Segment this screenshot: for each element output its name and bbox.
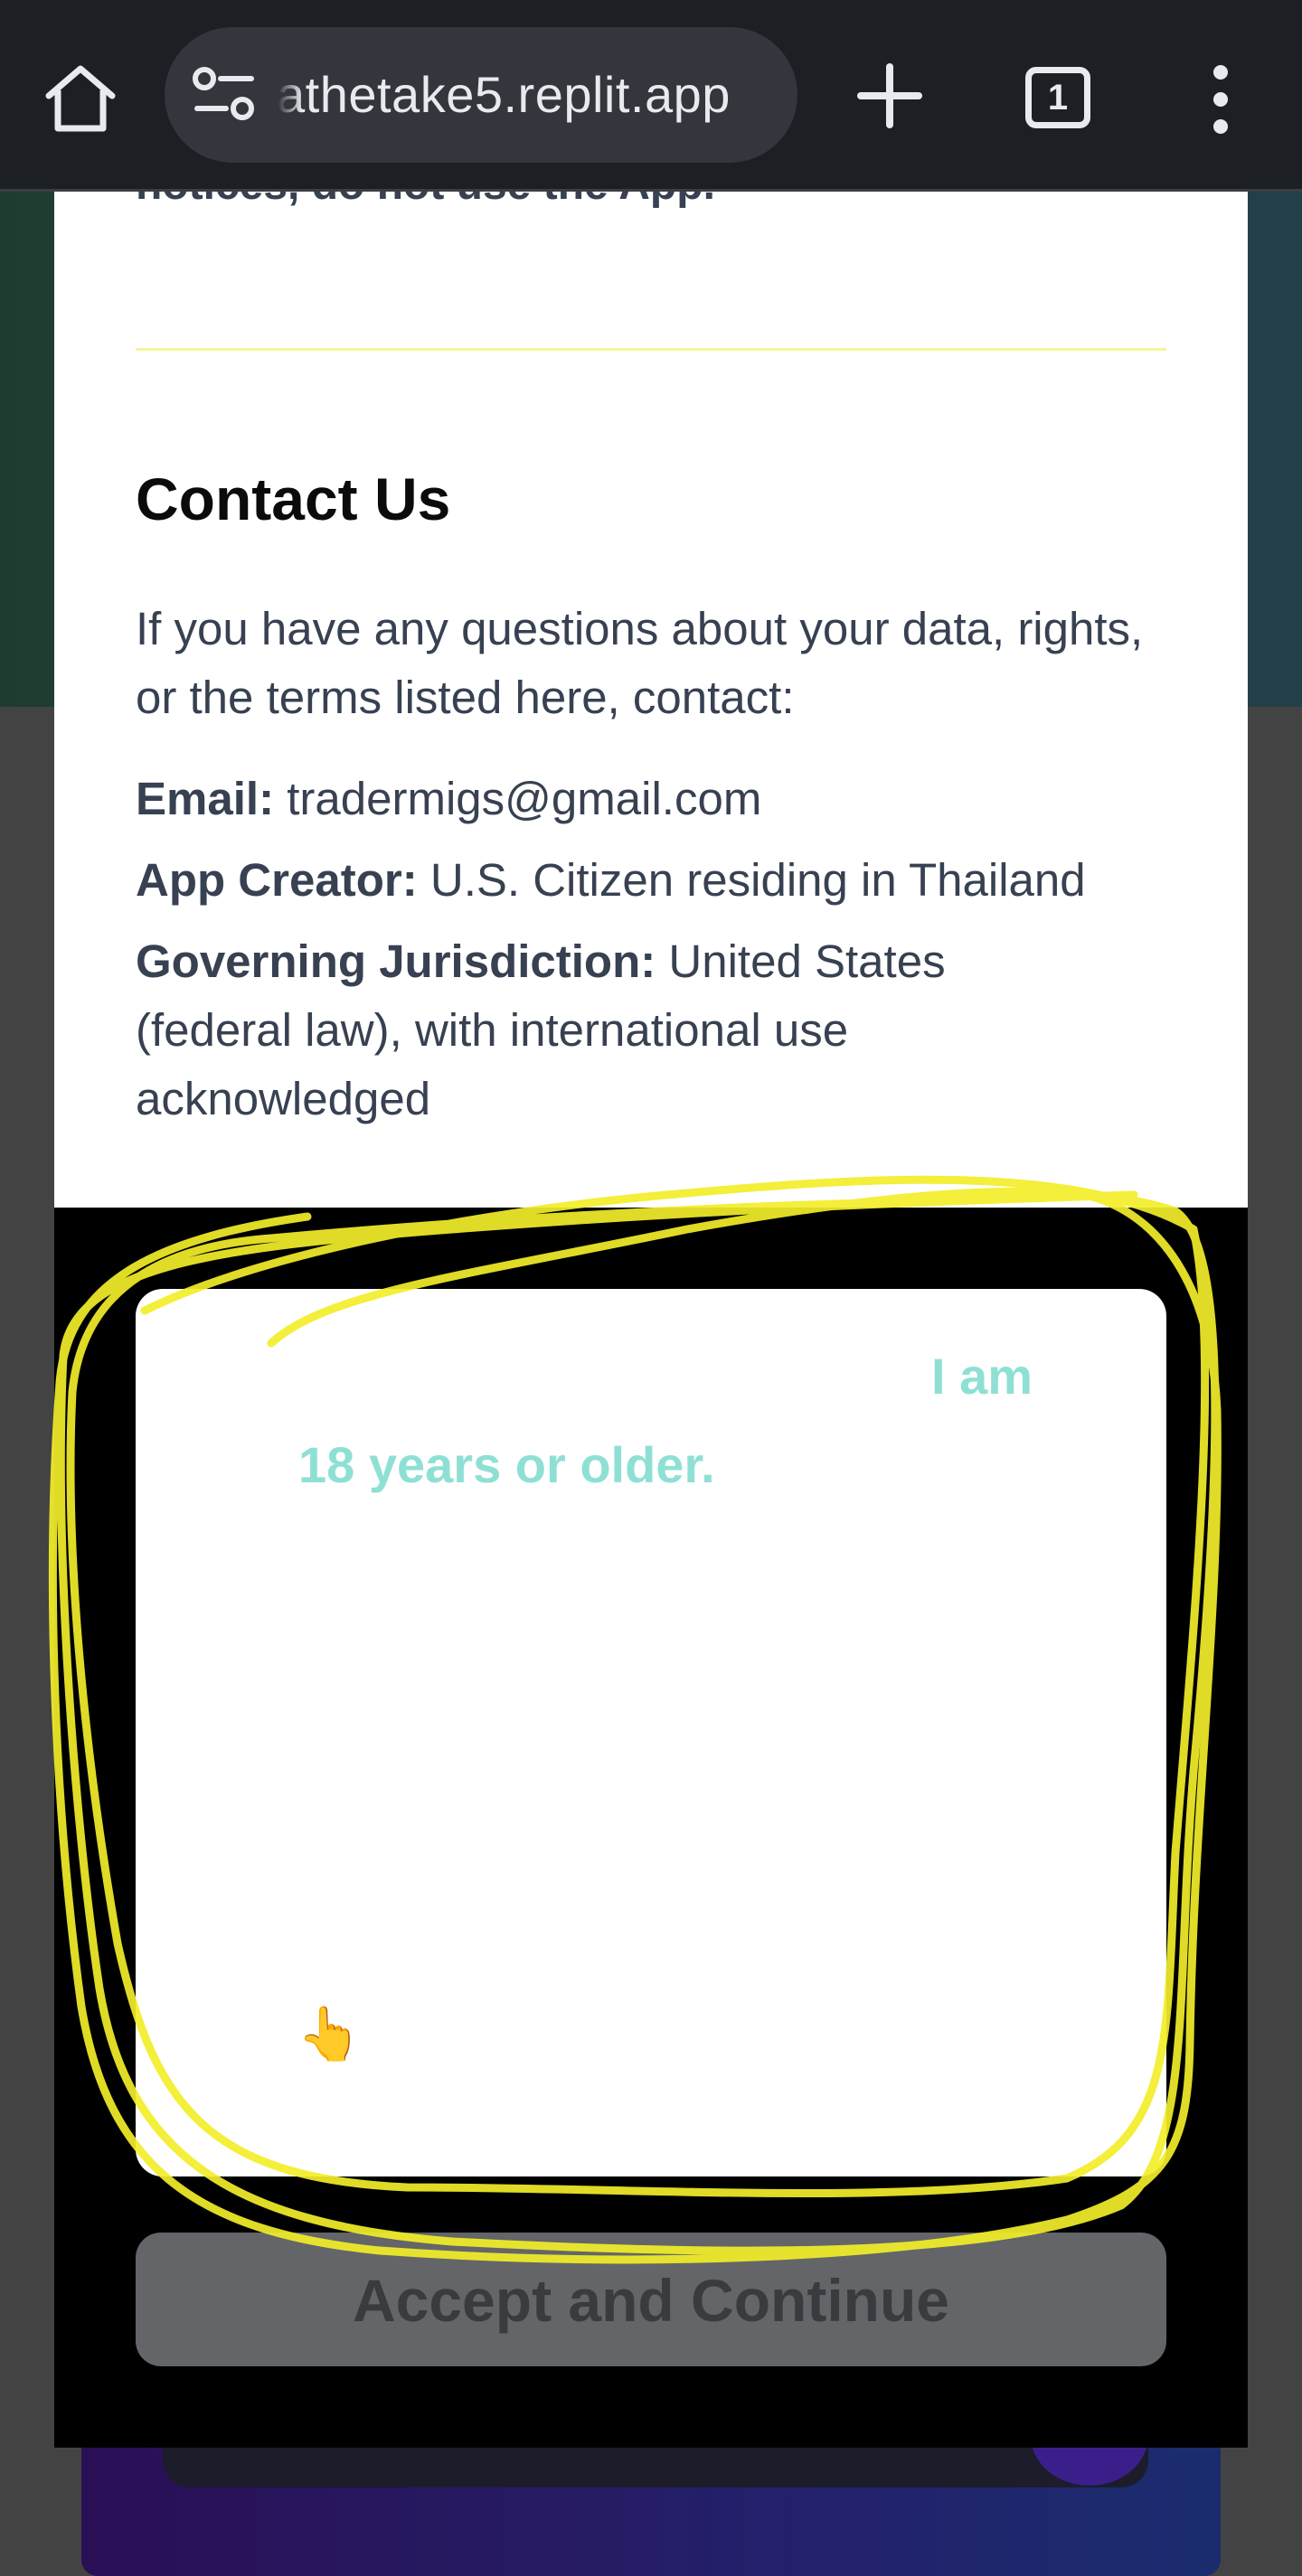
browser-toolbar: athetake5.replit.app 1 [0, 0, 1302, 192]
contact-heading: Contact Us [136, 465, 451, 532]
contact-creator: App Creator: U.S. Citizen residing in Th… [136, 846, 1184, 915]
plus-icon[interactable] [852, 58, 928, 134]
site-settings-icon[interactable] [190, 65, 259, 125]
url-fade [268, 27, 302, 163]
email-value: tradermigs@gmail.com [287, 773, 762, 824]
pointing-hand-icon: 👆 [297, 2005, 363, 2064]
creator-value: U.S. Citizen residing in Thailand [429, 854, 1086, 906]
contact-jurisdiction: Governing Jurisdiction: United States (f… [136, 927, 1112, 1133]
email-label: Email: [136, 773, 275, 824]
more-vert-icon[interactable] [1194, 63, 1248, 136]
accept-continue-button[interactable]: Accept and Continue [136, 2233, 1166, 2366]
age-consent-card[interactable]: I am 18 years or older. 👆 [136, 1289, 1166, 2176]
contact-intro: If you have any questions about your dat… [136, 603, 1144, 723]
terms-scroll-area[interactable]: notices, do not use the App. Contact Us … [54, 192, 1248, 1208]
jurisdiction-label: Governing Jurisdiction: [136, 935, 656, 987]
terms-modal: notices, do not use the App. Contact Us … [54, 192, 1248, 2448]
creator-label: App Creator: [136, 854, 418, 906]
section-divider [136, 348, 1166, 351]
tab-switcher-button[interactable]: 1 [1025, 67, 1090, 128]
age-text-part2: 18 years or older. [298, 1436, 715, 1493]
url-text[interactable]: athetake5.replit.app [277, 63, 731, 127]
age-text-part1: I am [931, 1348, 1033, 1405]
address-bar[interactable]: athetake5.replit.app [165, 27, 797, 163]
home-icon[interactable] [42, 61, 119, 134]
contact-email: Email: tradermigs@gmail.com [136, 765, 1184, 833]
notice-text: notices, do not use the App. [136, 192, 1166, 215]
